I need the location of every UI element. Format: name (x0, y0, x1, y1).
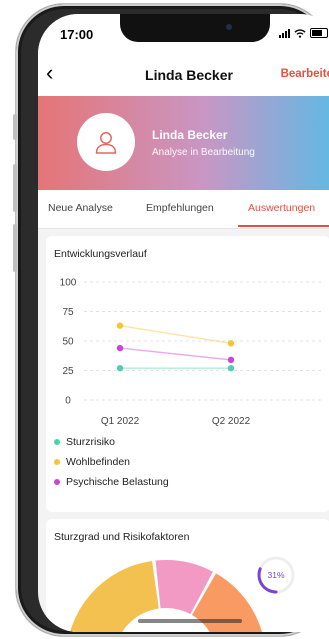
development-chart-card: Entwicklungsverlauf 100 75 50 25 0 Q1 2022 Q2 … (46, 236, 329, 512)
edit-button[interactable]: Bearbeiten (281, 68, 329, 80)
volume-down-button (13, 224, 17, 272)
x-tick-label: Q1 2022 (101, 416, 140, 427)
data-point[interactable] (227, 364, 235, 372)
status-time: 17:00 (60, 27, 94, 42)
x-tick-label: Q2 2022 (212, 416, 251, 427)
y-tick-label: 0 (65, 396, 71, 407)
tab-neue-analyse[interactable]: Neue Analyse (48, 202, 113, 214)
phone-frame: 17:00 ‹ Linda Becker Bearbeiten (13, 4, 329, 636)
data-point[interactable] (116, 322, 124, 329)
profile-header: Linda Becker Analyse in Bearbeitung (38, 96, 329, 190)
legend-item: Psychische Belastung (54, 472, 169, 492)
tab-empfehlungen[interactable]: Empfehlungen (146, 202, 214, 214)
chart-legend: Sturzrisiko Wohlbefinden Psychische Belast… (54, 432, 169, 492)
legend-swatch (54, 459, 60, 465)
data-point[interactable] (227, 356, 235, 364)
active-tab-indicator (238, 225, 329, 227)
series-line (119, 347, 232, 361)
mute-switch (13, 114, 17, 140)
wifi-icon (294, 28, 306, 38)
notch (120, 14, 270, 42)
legend-label: Wohlbefinden (66, 456, 131, 468)
legend-swatch (54, 479, 60, 485)
y-tick-label: 50 (62, 337, 74, 348)
camera-icon (226, 24, 232, 30)
avatar[interactable] (77, 113, 135, 171)
status-icons (279, 28, 328, 38)
fall-risk-card: Sturzgrad und Risikofaktoren 31% (46, 519, 329, 632)
tab-auswertungen[interactable]: Auswertungen (248, 202, 315, 214)
nav-bar: ‹ Linda Becker Bearbeiten (38, 54, 329, 96)
legend-swatch (54, 439, 60, 445)
y-tick-label: 25 (62, 366, 74, 377)
profile-name: Linda Becker (152, 128, 228, 142)
data-point[interactable] (116, 364, 124, 372)
screen: 17:00 ‹ Linda Becker Bearbeiten (38, 14, 329, 632)
data-point[interactable] (116, 344, 124, 352)
battery-icon (310, 28, 328, 38)
legend-item: Sturzrisiko (54, 432, 169, 452)
legend-label: Psychische Belastung (66, 476, 169, 488)
volume-up-button (13, 164, 17, 212)
development-line-chart: 100 75 50 25 0 Q1 2022 Q2 2022 (60, 278, 322, 427)
home-indicator (138, 619, 242, 623)
profile-status: Analyse in Bearbeitung (152, 147, 255, 158)
tab-bar: Neue Analyse Empfehlungen Auswertungen (38, 190, 329, 229)
legend-label: Sturzrisiko (66, 436, 116, 448)
development-chart-title: Entwicklungsverlauf (54, 248, 147, 260)
y-tick-label: 100 (60, 278, 77, 289)
data-point[interactable] (227, 340, 235, 347)
fall-risk-title: Sturzgrad und Risikofaktoren (54, 531, 190, 543)
gauge-label: 31% (267, 570, 284, 580)
user-icon (95, 132, 117, 154)
legend-item: Wohlbefinden (54, 452, 169, 472)
y-tick-label: 75 (62, 307, 74, 318)
signal-icon (279, 28, 290, 38)
